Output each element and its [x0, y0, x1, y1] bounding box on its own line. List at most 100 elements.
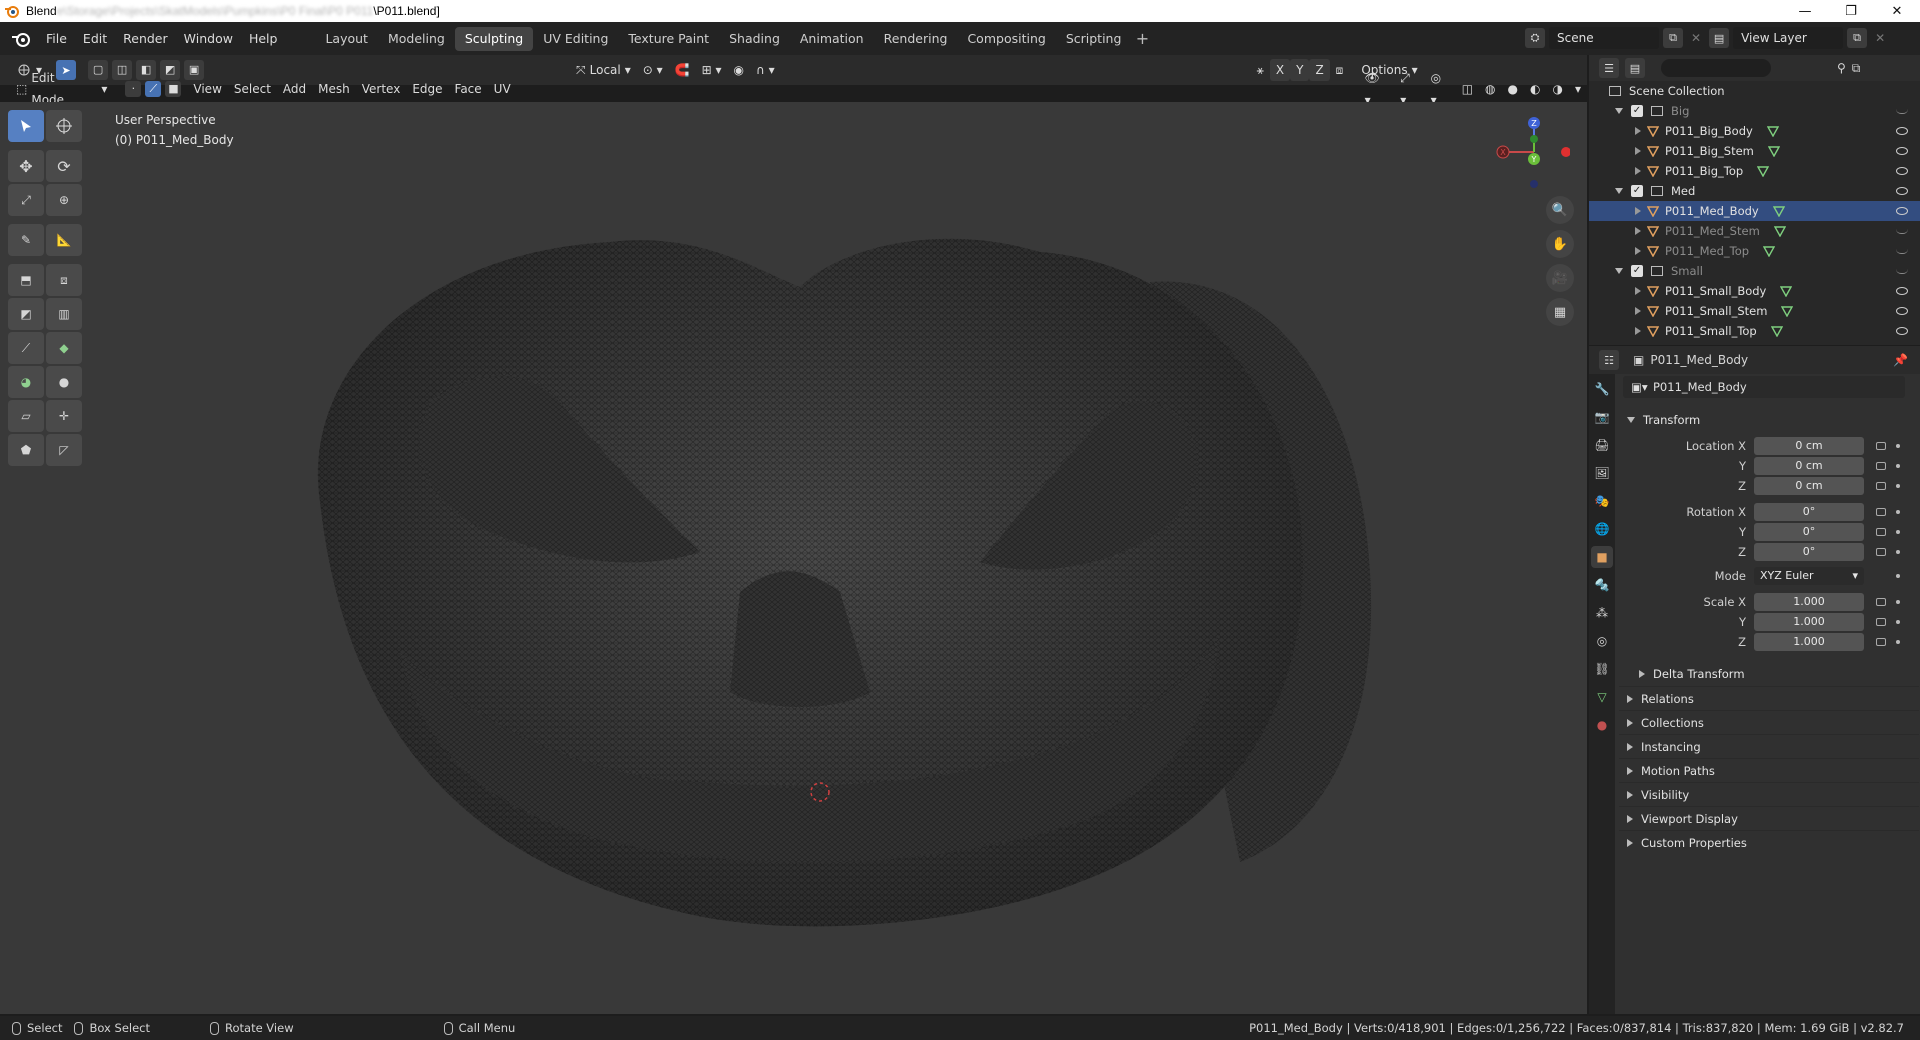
display-mode-icon[interactable]: ▤: [1625, 58, 1645, 78]
gizmo-toggle[interactable]: ⤢ ▾: [1394, 71, 1424, 107]
particles-tab-icon[interactable]: ⁂: [1591, 602, 1613, 624]
keyframe-dot-icon[interactable]: [1896, 640, 1900, 644]
mesh-data-icon[interactable]: [1772, 205, 1785, 217]
mesh-data-icon[interactable]: [1780, 285, 1793, 297]
edge-select-icon[interactable]: ⟋: [145, 80, 162, 97]
scene-tab-icon[interactable]: 🎭: [1591, 490, 1613, 512]
menu-help[interactable]: Help: [241, 22, 286, 55]
expand-arrow-icon[interactable]: [1635, 307, 1641, 315]
lock-icon[interactable]: [1876, 598, 1886, 606]
inset-tool[interactable]: ⧈: [46, 264, 82, 296]
outliner-object-row[interactable]: P011_Big_Body: [1589, 121, 1920, 141]
motion-paths-panel[interactable]: Motion Paths: [1619, 758, 1919, 782]
minimize-button[interactable]: —: [1782, 0, 1828, 22]
viewport-display-panel[interactable]: Viewport Display: [1619, 806, 1919, 830]
menu-mesh[interactable]: Mesh: [312, 78, 356, 100]
outliner-collection-row[interactable]: ✓ Small: [1589, 261, 1920, 281]
scale-x-field[interactable]: 1.000: [1754, 593, 1864, 611]
expand-arrow-icon[interactable]: [1615, 268, 1623, 274]
view-layer-field[interactable]: View Layer: [1733, 27, 1844, 49]
mode-dropdown[interactable]: ⬚ Edit Mode ▾: [10, 71, 113, 107]
move-tool[interactable]: ✥: [8, 150, 44, 182]
eye-icon[interactable]: [1896, 307, 1908, 315]
outliner-object-row[interactable]: P011_Med_Stem: [1589, 221, 1920, 241]
zoom-icon[interactable]: 🔍: [1546, 196, 1574, 224]
modifier-tab-icon[interactable]: 🔩: [1591, 574, 1613, 596]
lock-icon[interactable]: [1876, 618, 1886, 626]
pan-hand-icon[interactable]: ✋: [1546, 230, 1574, 258]
scene-icon[interactable]: ⛭: [1525, 28, 1545, 48]
menu-edge[interactable]: Edge: [406, 78, 448, 100]
mesh-data-icon[interactable]: [1763, 245, 1776, 257]
keyframe-dot-icon[interactable]: [1896, 444, 1900, 448]
keyframe-dot-icon[interactable]: [1896, 574, 1900, 578]
mesh-data-icon[interactable]: [1767, 145, 1780, 157]
expand-arrow-icon[interactable]: [1635, 287, 1641, 295]
lock-icon[interactable]: [1876, 508, 1886, 516]
data-tab-icon[interactable]: ▽: [1591, 686, 1613, 708]
xray-toggle[interactable]: ◫: [1456, 78, 1479, 100]
world-tab-icon[interactable]: 🌐: [1591, 518, 1613, 540]
rotate-tool[interactable]: ⟳: [46, 150, 82, 182]
measure-tool[interactable]: 📐: [46, 224, 82, 256]
expand-arrow-icon[interactable]: [1635, 207, 1641, 215]
annotate-tool[interactable]: ✎: [8, 224, 44, 256]
shrink-fatten-tool[interactable]: ✛: [46, 400, 82, 432]
extrude-tool[interactable]: ⬒: [8, 264, 44, 296]
eye-closed-icon[interactable]: [1896, 109, 1908, 114]
new-view-layer-icon[interactable]: ⧉: [1847, 28, 1868, 48]
tab-uv-editing[interactable]: UV Editing: [533, 27, 618, 51]
shading-options-dropdown[interactable]: ▾: [1569, 78, 1587, 100]
keyframe-dot-icon[interactable]: [1896, 484, 1900, 488]
tab-sculpting[interactable]: Sculpting: [454, 26, 534, 51]
wireframe-shading-button[interactable]: ◍: [1479, 78, 1501, 100]
transform-panel-header[interactable]: Transform: [1619, 408, 1919, 432]
scale-tool[interactable]: ⤢: [8, 184, 44, 216]
expand-arrow-icon[interactable]: [1635, 327, 1641, 335]
relations-panel[interactable]: Relations: [1619, 686, 1919, 710]
lock-icon[interactable]: [1876, 462, 1886, 470]
blender-menu-icon[interactable]: [10, 30, 32, 48]
expand-arrow-icon[interactable]: [1615, 108, 1623, 114]
menu-window[interactable]: Window: [176, 22, 241, 55]
keyframe-dot-icon[interactable]: [1896, 550, 1900, 554]
mesh-data-icon[interactable]: [1757, 165, 1770, 177]
keyframe-dot-icon[interactable]: [1896, 464, 1900, 468]
edge-slide-tool[interactable]: ▱: [8, 400, 44, 432]
render-tab-icon[interactable]: 📷: [1591, 406, 1613, 428]
eye-icon[interactable]: [1896, 127, 1908, 135]
new-scene-icon[interactable]: ⧉: [1663, 28, 1683, 48]
outliner-object-row[interactable]: P011_Small_Top: [1589, 321, 1920, 341]
visibility-dropdown[interactable]: 👁 ▾: [1359, 71, 1395, 107]
3d-viewport[interactable]: User Perspective (0) P011_Med_Body ✥ ⟳ ⤢…: [0, 102, 1587, 1014]
new-collection-icon[interactable]: ⧉: [1852, 61, 1861, 76]
menu-select[interactable]: Select: [228, 78, 277, 100]
face-select-icon[interactable]: ■: [165, 80, 182, 97]
expand-arrow-icon[interactable]: [1615, 188, 1623, 194]
expand-arrow-icon[interactable]: [1635, 127, 1641, 135]
tab-modeling[interactable]: Modeling: [378, 27, 455, 51]
physics-tab-icon[interactable]: ◎: [1591, 630, 1613, 652]
eye-closed-icon[interactable]: [1896, 249, 1908, 254]
eye-icon[interactable]: [1896, 147, 1908, 155]
outliner-object-row[interactable]: P011_Big_Top: [1589, 161, 1920, 181]
delete-scene-icon[interactable]: ✕: [1691, 31, 1701, 45]
custom-properties-panel[interactable]: Custom Properties: [1619, 830, 1919, 854]
location-y-field[interactable]: 0 cm: [1754, 457, 1864, 475]
keyframe-dot-icon[interactable]: [1896, 530, 1900, 534]
outliner-object-row[interactable]: P011_Small_Body: [1589, 281, 1920, 301]
outliner-collection-row[interactable]: ✓ Big: [1589, 101, 1920, 121]
eye-icon[interactable]: [1896, 187, 1908, 195]
outliner-object-row[interactable]: P011_Med_Top: [1589, 241, 1920, 261]
grid-perspective-icon[interactable]: ▦: [1546, 298, 1574, 326]
bevel-tool[interactable]: ◩: [8, 298, 44, 330]
rotation-mode-dropdown[interactable]: XYZ Euler ▾: [1754, 567, 1864, 585]
lock-icon[interactable]: [1876, 482, 1886, 490]
outliner-editor-icon[interactable]: ☰: [1599, 58, 1619, 78]
poly-build-tool[interactable]: ◆: [46, 332, 82, 364]
output-tab-icon[interactable]: 🖨: [1591, 434, 1613, 456]
keyframe-dot-icon[interactable]: [1896, 600, 1900, 604]
tab-animation[interactable]: Animation: [790, 27, 874, 51]
menu-add[interactable]: Add: [277, 78, 312, 100]
pumpkin-mesh[interactable]: [280, 172, 1390, 962]
